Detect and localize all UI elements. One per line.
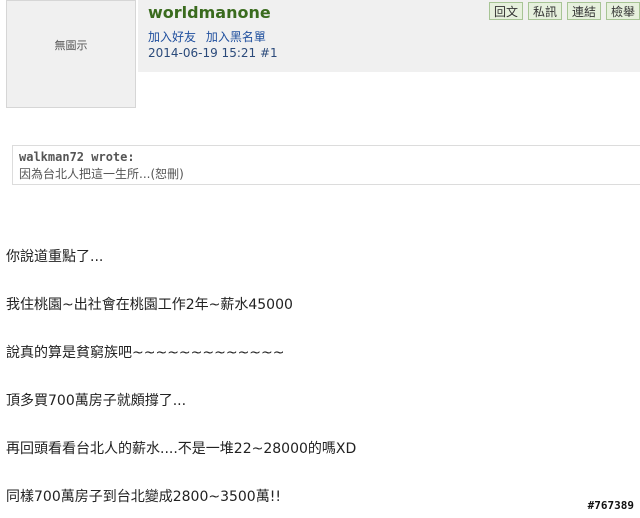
post-line: 我住桃園~出社會在桃園工作2年~薪水45000 (6, 297, 293, 313)
private-message-button[interactable]: 私訊 (527, 2, 562, 20)
avatar-placeholder-text: 無圖示 (54, 39, 88, 52)
quote-text: 因為台北人把這一生所...(恕刪) (19, 167, 184, 181)
reply-button[interactable]: 回文 (488, 2, 523, 20)
post-line: 再回頭看看台北人的薪水....不是一堆22~28000的嗎XD (6, 441, 357, 457)
post-floor-link[interactable]: #1 (260, 46, 278, 60)
avatar[interactable]: 無圖示 (6, 0, 136, 108)
post-line: 同樣700萬房子到台北變成2800~3500萬!! (6, 489, 281, 505)
user-actions: 加入好友 加入黑名單 (148, 28, 272, 45)
post-toolbar: 回文 私訊 連結 檢舉 (484, 2, 640, 20)
quote-block: walkman72 wrote: 因為台北人把這一生所...(恕刪) (12, 145, 640, 185)
report-button[interactable]: 檢舉 (605, 2, 640, 20)
quote-author: walkman72 wrote: (19, 150, 135, 164)
add-friend-link[interactable]: 加入好友 (148, 30, 196, 44)
post-meta: 2014-06-19 15:21 #1 (148, 46, 278, 60)
link-button[interactable]: 連結 (566, 2, 601, 20)
post-line: 你說道重點了... (6, 249, 104, 265)
image-watermark: #767389 (587, 499, 634, 512)
post-datetime: 2014-06-19 15:21 (148, 46, 257, 60)
post-line: 頂多買700萬房子就頗撐了... (6, 393, 187, 409)
username-link[interactable]: worldmanone (148, 3, 271, 22)
post-line: 說真的算是貧窮族吧~~~~~~~~~~~~~ (6, 345, 285, 361)
add-blacklist-link[interactable]: 加入黑名單 (206, 30, 266, 44)
